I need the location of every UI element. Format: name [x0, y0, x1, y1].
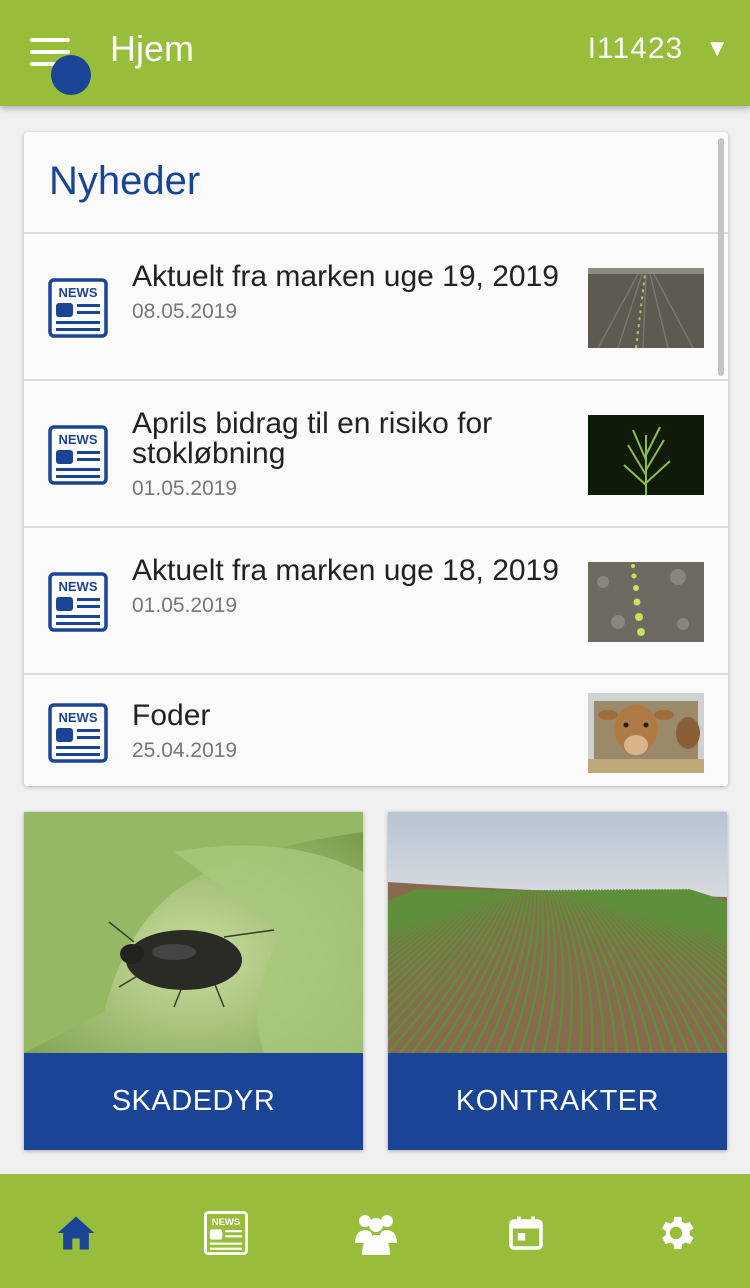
news-text: Aprils bidrag til en risiko for stokløbn… [132, 409, 562, 501]
aphid-on-leaf-image [24, 812, 363, 1053]
nav-news[interactable]: NEWS [201, 1208, 251, 1258]
nav-settings[interactable] [651, 1208, 701, 1258]
news-title: Aktuelt fra marken uge 19, 2019 [132, 260, 559, 293]
home-icon [57, 1216, 95, 1250]
news-date: 25.04.2019 [132, 739, 238, 762]
gear-icon [662, 1216, 694, 1250]
account-selector[interactable]: I11423 ▼ [588, 32, 730, 66]
field-rows-thumbnail [588, 268, 704, 348]
news-title: Aprils bidrag til en risiko for stokløbn… [132, 407, 493, 470]
news-icon: NEWS [204, 1211, 248, 1255]
bottom-navigation: NEWS [0, 1174, 750, 1288]
bolting-plant-thumbnail [588, 415, 704, 495]
notification-dot [51, 55, 91, 95]
app-bar: Hjem I11423 ▼ [0, 0, 750, 106]
account-id: I11423 [587, 32, 684, 65]
nav-calendar[interactable] [501, 1208, 551, 1258]
news-list-item[interactable]: Aprils bidrag til en risiko for stokløbn… [24, 381, 728, 528]
news-list-item[interactable]: Aktuelt fra marken uge 18, 2019 01.05.20… [24, 528, 728, 675]
news-text: Aktuelt fra marken uge 19, 2019 08.05.20… [132, 262, 562, 324]
news-header: Nyheder [24, 132, 728, 234]
skadedyr-label: SKADEDYR [24, 1053, 363, 1150]
hamburger-bar [30, 50, 70, 54]
news-heading: Nyheder [49, 159, 201, 203]
news-date: 01.05.2019 [132, 477, 238, 500]
news-date: 01.05.2019 [132, 594, 238, 617]
cow-thumbnail [588, 693, 704, 773]
dropdown-caret-icon: ▼ [705, 35, 730, 62]
kontrakter-tile[interactable]: KONTRAKTER [388, 812, 727, 1150]
svg-text:NEWS: NEWS [212, 1217, 241, 1228]
news-title: Aktuelt fra marken uge 18, 2019 [132, 554, 559, 587]
news-text: Foder 25.04.2019 [132, 701, 562, 763]
news-date: 08.05.2019 [132, 300, 238, 323]
news-list-item[interactable]: Aktuelt fra marken uge 19, 2019 08.05.20… [24, 234, 728, 381]
news-icon [48, 278, 108, 338]
news-icon [48, 425, 108, 485]
menu-button[interactable] [24, 34, 94, 95]
page-title: Hjem [110, 28, 195, 69]
skadedyr-tile[interactable]: SKADEDYR [24, 812, 363, 1150]
nav-contacts[interactable] [351, 1208, 401, 1258]
calendar-icon [509, 1216, 543, 1250]
hamburger-menu-icon [30, 38, 70, 42]
kontrakter-label: KONTRAKTER [388, 1053, 727, 1150]
beet-field-image [388, 812, 727, 1053]
nav-home[interactable] [51, 1208, 101, 1258]
news-text: Aktuelt fra marken uge 18, 2019 01.05.20… [132, 556, 562, 618]
seedlings-thumbnail [588, 562, 704, 642]
news-icon [48, 572, 108, 632]
news-title: Foder [132, 699, 211, 732]
news-list-item[interactable]: Foder 25.04.2019 [24, 675, 728, 786]
people-icon [355, 1215, 397, 1255]
news-icon [48, 703, 108, 763]
news-card: Nyheder Aktuelt fra marken uge 19, 2019 … [24, 132, 728, 786]
